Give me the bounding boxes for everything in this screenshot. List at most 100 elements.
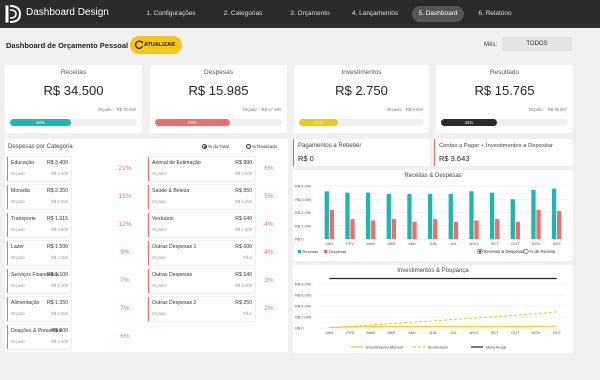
kpi-orcado-label: Orçado: — [97, 107, 113, 112]
bar-receitas — [386, 193, 391, 239]
category-value: R$ 900 — [51, 328, 68, 334]
bar-despesas — [329, 209, 335, 239]
line-investimento-mensal — [329, 325, 557, 328]
x-tick-label: DEZ — [553, 241, 562, 246]
bar-despesas — [453, 221, 459, 239]
month-select[interactable]: TODOS — [502, 37, 572, 51]
page-title: Dashboard de Orçamento Pessoal — [6, 41, 129, 50]
tab-orcamento[interactable]: 3. Orçamento — [282, 6, 338, 22]
x-tick-label: FEV — [346, 330, 354, 335]
category-orcado-value: R$ 3.600 — [51, 227, 68, 232]
kpi-card-despesas: Despesas R$ 15.985 Orçado: R$ 27.100 59% — [150, 65, 287, 133]
bar-despesas — [536, 209, 541, 239]
category-pct: 21% — [118, 165, 132, 172]
refresh-icon — [135, 40, 144, 49]
kpi-progress-label: 59% — [188, 120, 197, 125]
legend-label: Despesas — [329, 249, 347, 254]
category-value: R$ 1.500 — [46, 244, 68, 250]
category-name: Educação — [11, 160, 35, 166]
categories-panel: Despesas por Categoria % do Total % Real… — [5, 139, 288, 352]
kpi-orcado-value: R$ 27.100 — [261, 107, 281, 112]
category-pct: 6% — [264, 165, 274, 172]
category-orcado-label: Orçado — [152, 227, 166, 232]
category-pct: 5% — [264, 193, 274, 200]
investments-chart: R$ 8.000 R$ 6.000 R$ 4.000 R$ 2.000 R$ 0 JAN F… — [295, 277, 567, 350]
category-name: Outras Despesas 2 — [152, 300, 197, 306]
kpi-value: R$ 34.500 — [43, 83, 104, 98]
kpi-orcado-label: Orçado: — [528, 107, 544, 112]
category-pct: 4% — [264, 249, 274, 256]
category-item: Outras Despesas R$ 540 Orçado R$ 3.000 — [148, 269, 255, 293]
kpi-title: Investimentos — [341, 69, 382, 76]
tab-relatorio[interactable]: 6. Relatório — [470, 6, 520, 22]
tab-configuracoes[interactable]: 1. Configurações — [140, 6, 202, 22]
tab-dashboard[interactable]: 5. Dashboard — [412, 6, 464, 22]
update-button[interactable]: ATUALIZAR — [130, 36, 182, 54]
kpi-progress-label: 31% — [314, 120, 323, 125]
y-tick-label: R$ 2.000 — [295, 210, 312, 215]
radio-both-dot — [478, 250, 482, 253]
kpi-card-resultado: Resultado R$ 15.765 Orçado: R$ 35.897 44% — [436, 65, 573, 133]
x-tick-label: AGO — [470, 330, 479, 335]
kpi-orcado-value: R$ 35.897 — [547, 107, 567, 112]
tab-categorias[interactable]: 2. Categorias — [214, 6, 272, 22]
category-value: R$ 3.400 — [46, 160, 68, 166]
bar-receitas — [407, 193, 412, 239]
bar-despesas — [557, 211, 562, 239]
bar-receitas — [345, 192, 350, 239]
x-tick-label: JAN — [326, 241, 334, 246]
category-pct: 7% — [120, 305, 130, 312]
category-item: Transporte R$ 1.915 Orçado R$ 3.600 — [7, 213, 71, 237]
x-tick-label: JUL — [450, 241, 458, 246]
category-name: Vestuário — [152, 216, 174, 222]
category-name: Outras Despesas — [152, 272, 193, 278]
bar-receitas — [427, 193, 433, 239]
radio-both-label: Receitas & Despesas — [484, 249, 525, 254]
x-tick-label: SET — [491, 241, 499, 246]
x-tick-label: DEZ — [553, 330, 562, 335]
radio-pct-realizado[interactable]: % Realizado — [246, 144, 277, 149]
legend-swatch — [324, 250, 327, 253]
radio-label: % Realizado — [252, 144, 278, 149]
category-pct: 6% — [120, 333, 130, 340]
logo-icon — [5, 5, 21, 23]
category-name: Saúde & Beleza — [152, 188, 190, 194]
x-tick-label: OUT — [511, 241, 520, 246]
line-acumulado — [329, 311, 557, 328]
bar-despesas — [433, 219, 438, 239]
category-pct: 4% — [264, 221, 274, 228]
kpi-value: R$ 2.750 — [335, 83, 388, 98]
x-tick-label: OUT — [511, 330, 520, 335]
category-item: Outras Despesas 2 R$ 250 Orçado R$ 1 — [148, 297, 255, 321]
x-tick-label: MAI — [408, 241, 415, 246]
bar-receitas — [489, 192, 495, 239]
y-tick-label: R$ 1.000 — [295, 223, 312, 228]
category-value: R$ 2.350 — [46, 188, 68, 194]
bar-despesas — [350, 219, 355, 239]
legend-label: Receitas — [303, 249, 319, 254]
x-tick-label: MAI — [408, 330, 415, 335]
payments-pay-value: R$ 3.643 — [439, 154, 470, 163]
bar-despesas — [474, 220, 479, 239]
kpi-value: R$ 15.985 — [188, 83, 249, 98]
bar-despesas — [412, 221, 417, 239]
income-expense-chart: R$ 4.000 R$ 3.000 R$ 2.000 R$ 1.000 R$ 0 JAN F… — [295, 184, 567, 255]
x-tick-label: JUN — [429, 241, 437, 246]
x-tick-label: MAR — [366, 241, 375, 246]
radio-pct-total[interactable]: % do Total — [202, 144, 229, 149]
category-item: Doações & Presentes R$ 900 Orçado R$ 2.400 — [7, 325, 71, 349]
category-name: Lazer — [11, 244, 24, 250]
radio-selected-icon — [202, 144, 207, 149]
category-orcado-label: Orçado — [152, 283, 166, 288]
category-orcado-label: Orçado — [152, 199, 166, 204]
update-button-label: ATUALIZAR — [144, 42, 176, 48]
x-tick-label: JAN — [326, 330, 334, 335]
kpi-progress-bar: 44% — [441, 119, 568, 126]
x-tick-label: SET — [491, 330, 499, 335]
tab-lancamentos[interactable]: 4. Lançamentos — [344, 6, 406, 22]
kpi-orcado-value: R$ 9.000 — [406, 107, 423, 112]
x-tick-label: ABR — [387, 330, 395, 335]
kpi-orcado-label: Orçado: — [387, 107, 402, 112]
bar-despesas — [495, 219, 500, 239]
category-pct: 3% — [264, 277, 274, 284]
